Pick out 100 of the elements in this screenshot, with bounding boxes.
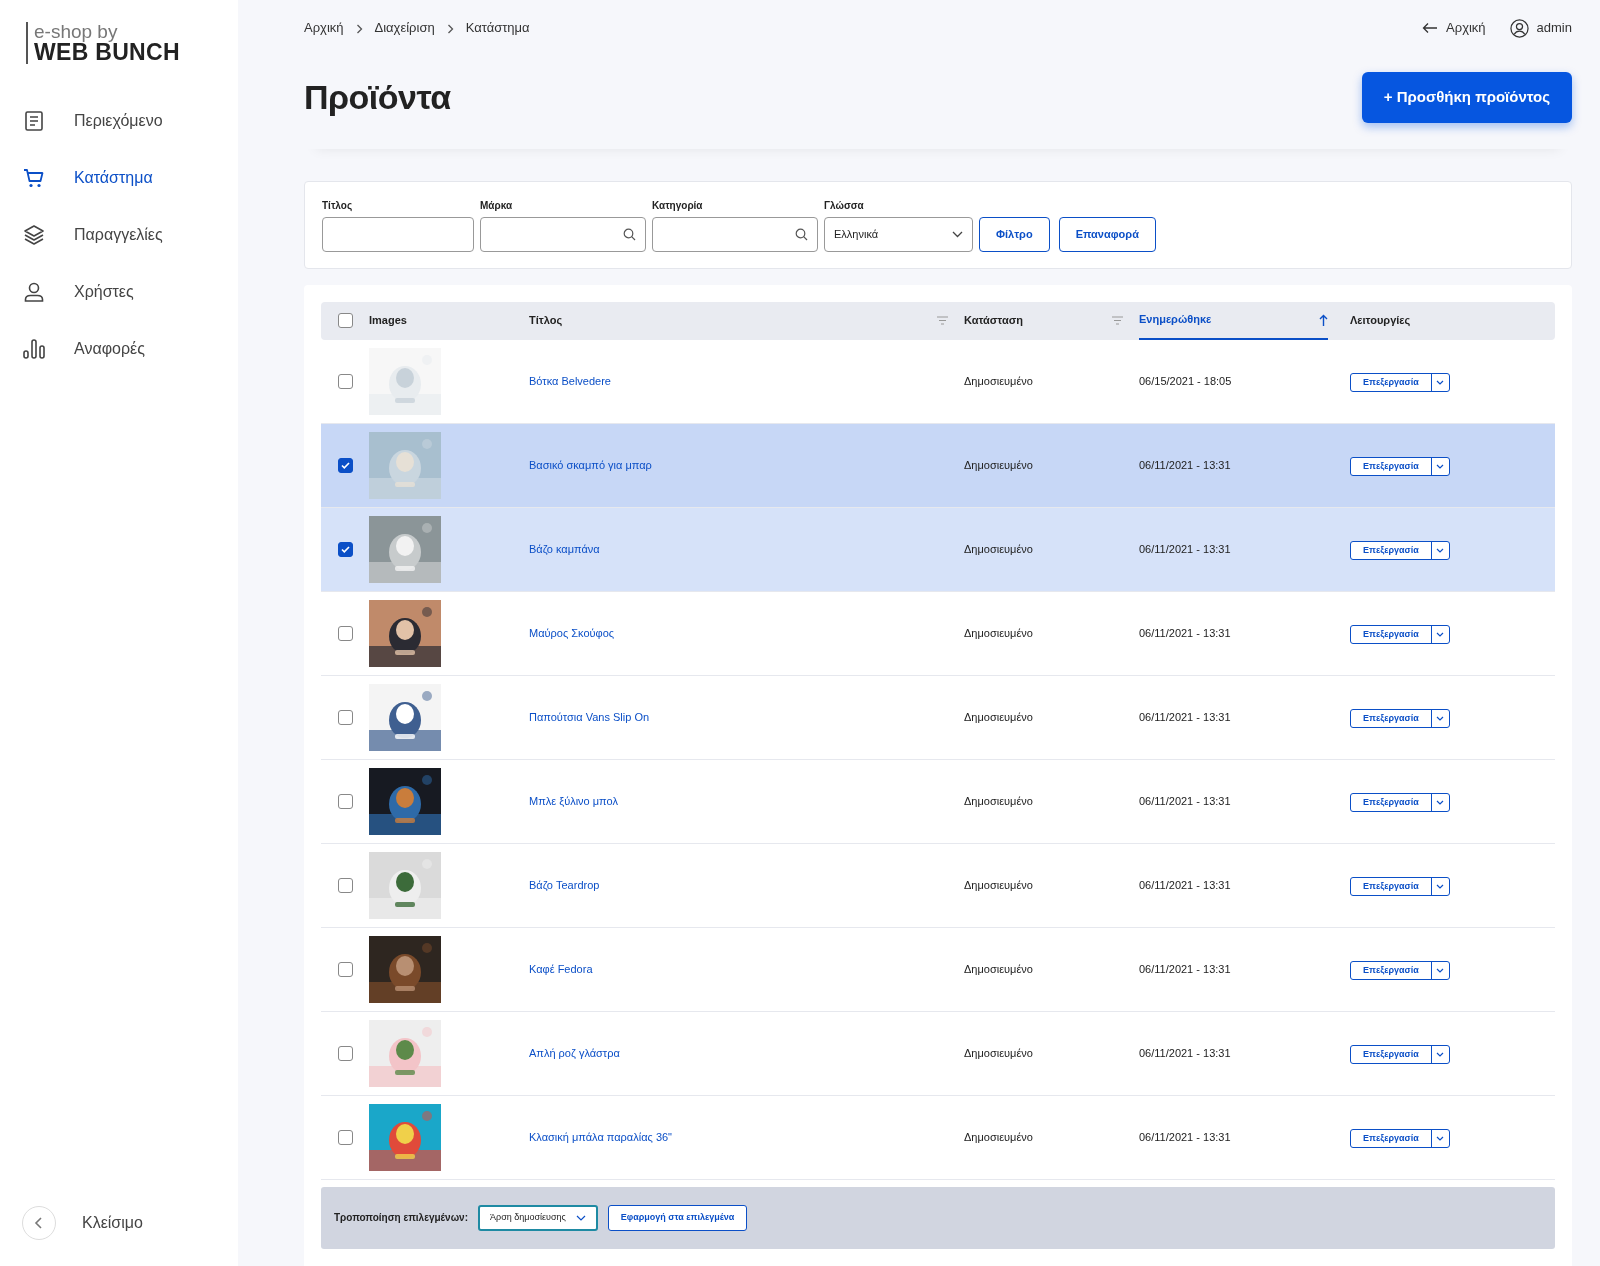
chevron-down-icon: [952, 230, 963, 238]
chevron-down-icon: [1436, 967, 1445, 973]
field-label: Τίτλος: [322, 198, 354, 213]
chevron-down-icon: [1436, 1135, 1445, 1141]
apply-button[interactable]: Εφαρμογή στα επιλεγμένα: [607, 1204, 748, 1231]
select-all-checkbox[interactable]: [337, 313, 353, 328]
sort-icon: [937, 316, 948, 325]
user-menu[interactable]: admin: [1509, 18, 1572, 38]
breadcrumb-link[interactable]: Διαχείριση: [374, 18, 435, 38]
row-checkbox[interactable]: [337, 793, 353, 809]
updated-date: 06/11/2021 - 13:31: [1139, 1047, 1231, 1060]
column-header: Λειτουργίες: [1350, 313, 1412, 329]
bulk-action-select[interactable]: Άρση δημοσίευσης: [478, 1204, 598, 1231]
chevron-down-icon: [1436, 379, 1445, 385]
sidebar-item[interactable]: Παραγγελίες: [22, 206, 238, 263]
arrow-left-icon: [1422, 22, 1439, 34]
updated-date: 06/15/2021 - 18:05: [1139, 375, 1232, 388]
filter-button[interactable]: Φίλτρο: [979, 216, 1050, 252]
product-title-link[interactable]: Απλή ροζ γλάστρα: [529, 1047, 620, 1060]
sidebar-item[interactable]: Περιεχόμενο: [22, 92, 238, 149]
row-checkbox[interactable]: [337, 1045, 353, 1061]
table-row[interactable]: Βασικό σκαμπό για μπαρ Δημοσιευμένο 06/11/2021 - 13:31 Επεξεργασία: [321, 423, 1555, 508]
input-field[interactable]: [322, 216, 474, 252]
table-row[interactable]: Απλή ροζ γλάστρα Δημοσιευμένο 06/11/2021 - 13:31 Επεξεργασία: [321, 1011, 1555, 1096]
table-row[interactable]: Καφέ Fedora Δημοσιευμένο 06/11/2021 - 13:31 Επεξεργασία: [321, 927, 1555, 1012]
chevron-right-icon: [355, 23, 363, 34]
product-title-link[interactable]: Βασικό σκαμπό για μπαρ: [529, 459, 652, 472]
status-text: Δημοσιευμένο: [964, 543, 1033, 556]
chevron-down-icon: [1436, 631, 1445, 637]
bulk-label: Τροποποίηση επιλεγμένων:: [334, 1211, 468, 1225]
table-row[interactable]: Βάζο Teardrop Δημοσιευμένο 06/11/2021 - 13:31 Επεξεργασία: [321, 843, 1555, 928]
product-title-link[interactable]: Μπλε ξύλινο μπολ: [529, 795, 618, 808]
document-icon: [22, 108, 46, 133]
product-title-link[interactable]: Παπούτσια Vans Slip On: [529, 711, 650, 724]
sort-icon: [1112, 316, 1123, 325]
field-label: Γλώσσα: [824, 198, 865, 213]
product-title-link[interactable]: Βάζο καμπάνα: [529, 543, 600, 556]
table-row[interactable]: Μπλε ξύλινο μπολ Δημοσιευμένο 06/11/2021 - 13:31 Επεξεργασία: [321, 759, 1555, 844]
updated-date: 06/11/2021 - 13:31: [1139, 711, 1231, 724]
chevron-down-icon: [1436, 883, 1445, 889]
home-link[interactable]: Αρχική: [1422, 18, 1486, 38]
breadcrumb-link[interactable]: Αρχική: [304, 18, 344, 38]
updated-date: 06/11/2021 - 13:31: [1139, 963, 1231, 976]
user-circle-icon: [1509, 18, 1529, 38]
status-text: Δημοσιευμένο: [964, 795, 1033, 808]
row-checkbox[interactable]: [337, 877, 353, 893]
sidebar-item[interactable]: Αναφορές: [22, 320, 238, 377]
product-title-link[interactable]: Μαύρος Σκούφος: [529, 627, 615, 640]
table-row[interactable]: Κλασική μπάλα παραλίας 36" Δημοσιευμένο 06/11/2021 - 13:31 Επεξεργασία: [321, 1095, 1555, 1180]
product-title-link[interactable]: Καφέ Fedora: [529, 963, 593, 976]
sidebar-label: Χρήστες: [74, 281, 134, 302]
status-text: Δημοσιευμένο: [964, 627, 1033, 640]
status-text: Δημοσιευμένο: [964, 459, 1033, 472]
chevron-left-icon: [34, 1217, 44, 1229]
product-title-link[interactable]: Βάζο Teardrop: [529, 879, 600, 892]
reset-button[interactable]: Επαναφορά: [1058, 216, 1156, 252]
table-row[interactable]: Βάζο καμπάνα Δημοσιευμένο 06/11/2021 - 13:31 Επεξεργασία: [321, 507, 1555, 592]
chevron-down-icon: [1436, 547, 1445, 553]
product-title-link[interactable]: Βότκα Belvedere: [529, 375, 611, 388]
search-field[interactable]: [480, 216, 646, 252]
column-header[interactable]: Τίτλος: [529, 301, 948, 340]
updated-date: 06/11/2021 - 13:31: [1139, 1131, 1231, 1144]
row-checkbox[interactable]: [337, 457, 353, 473]
field-label: Κατηγορία: [652, 198, 704, 213]
sidebar-label: Αναφορές: [74, 338, 145, 359]
layers-icon: [22, 222, 46, 247]
table-row[interactable]: Παπούτσια Vans Slip On Δημοσιευμένο 06/11/2021 - 13:31 Επεξεργασία: [321, 675, 1555, 760]
chevron-down-icon: [1436, 463, 1445, 469]
collapse-button[interactable]: [22, 1206, 56, 1240]
column-header: Images: [369, 313, 408, 329]
status-text: Δημοσιευμένο: [964, 879, 1033, 892]
row-checkbox[interactable]: [337, 625, 353, 641]
row-checkbox[interactable]: [337, 373, 353, 389]
table-row[interactable]: Βότκα Belvedere Δημοσιευμένο 06/15/2021 - 18:05 Επεξεργασία: [321, 339, 1555, 424]
updated-date: 06/11/2021 - 13:31: [1139, 543, 1231, 556]
column-header[interactable]: Ενημερώθηκε: [1139, 301, 1328, 340]
row-checkbox[interactable]: [337, 541, 353, 557]
table-row[interactable]: Μαύρος Σκούφος Δημοσιευμένο 06/11/2021 - 13:31 Επεξεργασία: [321, 591, 1555, 676]
sidebar-item[interactable]: Κατάστημα: [22, 149, 238, 206]
logo-wordmark: WEB BUNCH: [34, 41, 181, 64]
breadcrumb-link[interactable]: Κατάστημα: [465, 18, 530, 38]
chevron-right-icon: [446, 23, 454, 34]
language-select[interactable]: Ελληνικά: [824, 216, 973, 252]
page-title: Προϊόντα: [304, 76, 451, 118]
row-checkbox[interactable]: [337, 709, 353, 725]
status-text: Δημοσιευμένο: [964, 1047, 1033, 1060]
search-field[interactable]: [652, 216, 818, 252]
row-checkbox[interactable]: [337, 1129, 353, 1145]
column-header[interactable]: Κατάσταση: [964, 301, 1123, 340]
chevron-down-icon: [575, 1214, 586, 1221]
status-text: Δημοσιευμένο: [964, 1131, 1033, 1144]
product-title-link[interactable]: Κλασική μπάλα παραλίας 36": [529, 1131, 673, 1144]
updated-date: 06/11/2021 - 13:31: [1139, 459, 1231, 472]
add-product-button[interactable]: + Προσθήκη προϊόντος: [1361, 72, 1572, 123]
sidebar-item[interactable]: Χρήστες: [22, 263, 238, 320]
row-checkbox[interactable]: [337, 961, 353, 977]
search-icon: [623, 227, 636, 241]
updated-date: 06/11/2021 - 13:31: [1139, 795, 1231, 808]
chevron-down-icon: [1436, 799, 1445, 805]
status-text: Δημοσιευμένο: [964, 375, 1033, 388]
